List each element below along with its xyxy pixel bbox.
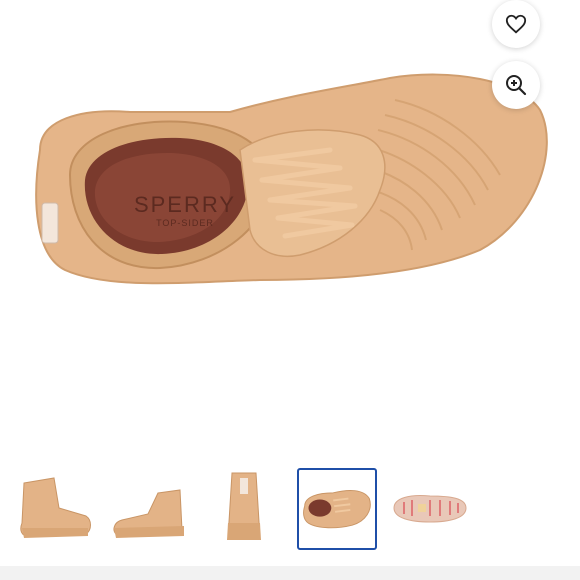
- thumbnail-gallery: [0, 468, 580, 554]
- thumbnail-side-high[interactable]: [14, 468, 94, 550]
- boot-sole-thumbnail: [393, 495, 467, 523]
- thumbnail-sole[interactable]: [390, 468, 470, 550]
- heart-icon: [505, 14, 527, 34]
- thumbnail-side-low[interactable]: [108, 468, 188, 550]
- thumbnail-back[interactable]: [204, 468, 284, 550]
- zoom-in-icon: [506, 75, 527, 96]
- boot-side-high-thumbnail: [20, 477, 91, 538]
- boot-back-thumbnail: [227, 472, 261, 540]
- boot-top-thumbnail: [303, 490, 371, 529]
- boot-top-view-illustration: SPERRY TOP-SIDER: [35, 73, 548, 285]
- zoom-button[interactable]: [492, 61, 540, 109]
- thumbnail-top[interactable]: [297, 468, 377, 550]
- boot-side-low-thumbnail: [113, 489, 184, 538]
- favorite-button[interactable]: [492, 0, 540, 48]
- brand-imprint: SPERRY: [134, 192, 236, 217]
- footer-strip: [0, 566, 580, 580]
- subbrand-imprint: TOP-SIDER: [156, 218, 214, 228]
- product-main-image[interactable]: SPERRY TOP-SIDER: [0, 0, 580, 440]
